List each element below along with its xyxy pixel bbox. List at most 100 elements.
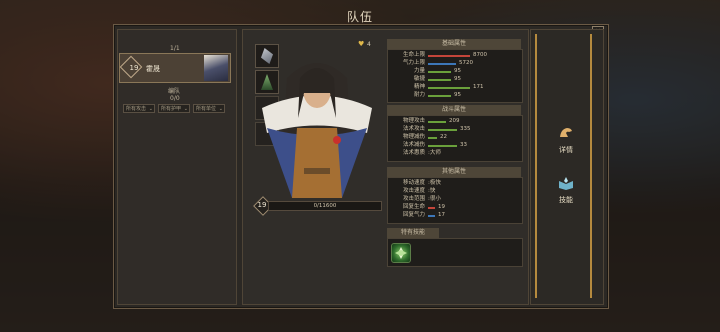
window-title: 队伍 xyxy=(346,10,373,24)
special-stats-box: 移动速度:极快 攻击速度:快 攻击范围:很小 回复生命 19 回复气力 17 xyxy=(387,177,523,224)
stat-row: 生命上限 8700 xyxy=(390,52,520,59)
stat-bar xyxy=(428,136,437,139)
filter-unit-dropdown[interactable]: 所有单位 ⌄ xyxy=(193,104,225,113)
stat-bar xyxy=(428,206,435,209)
stat-value: 171 xyxy=(473,84,484,90)
stat-row: 移动速度:极快 xyxy=(390,180,520,187)
stat-label: 回复生命 xyxy=(402,204,425,210)
stat-bar xyxy=(428,86,470,89)
details-label: 详情 xyxy=(559,146,573,154)
experience-text: 0/11600 xyxy=(313,203,337,209)
stat-row: 攻击速度:快 xyxy=(390,188,520,195)
formation-label: 编队 xyxy=(168,88,181,95)
stat-row: 回复气力 17 xyxy=(390,212,520,219)
stat-row: 耐力 95 xyxy=(390,92,520,99)
stat-value: 95 xyxy=(454,92,461,98)
stat-bar xyxy=(428,120,446,123)
stat-value: 5720 xyxy=(459,60,473,66)
stat-value: 17 xyxy=(438,212,445,218)
stat-label: 攻击速度 xyxy=(402,188,425,194)
stat-value: 22 xyxy=(440,134,447,140)
stat-label: 力量 xyxy=(413,68,425,74)
stat-bar xyxy=(428,70,451,73)
stat-label: 物理攻击 xyxy=(402,118,425,124)
hero-card-name: 霍晟 xyxy=(146,65,160,73)
skill-green-icon xyxy=(395,247,407,259)
formation-count: 0/0 xyxy=(170,95,180,102)
divider-line-left xyxy=(535,34,537,298)
favor-value: 4 xyxy=(367,41,371,48)
stat-value: :很小 xyxy=(428,196,441,202)
stat-row: 物理减伤 22 xyxy=(390,134,520,141)
divider-line-right xyxy=(590,34,592,298)
combat-stats-header: 战斗属性 xyxy=(387,105,521,115)
hero-card-level: 19 xyxy=(129,64,139,72)
basic-stats-header: 基础属性 xyxy=(387,39,521,49)
stat-label: 回复气力 xyxy=(402,212,425,218)
stat-value: 19 xyxy=(438,204,445,210)
stat-row: 法术惠质:大师 xyxy=(390,150,520,157)
stat-bar xyxy=(428,94,451,97)
stat-label: 法术减伤 xyxy=(402,142,425,148)
hero-portrait xyxy=(262,63,372,198)
stat-label: 生命上限 xyxy=(402,52,425,58)
stat-row: 物理攻击 209 xyxy=(390,118,520,125)
stat-bar xyxy=(428,62,456,65)
details-button[interactable]: 详情 xyxy=(550,125,582,163)
skill-slot-1[interactable] xyxy=(391,243,411,263)
heart-icon: ♥ xyxy=(358,40,365,48)
stat-value: 335 xyxy=(460,126,471,132)
stat-label: 耐力 xyxy=(413,92,425,98)
chevron-down-icon: ⌄ xyxy=(183,106,188,112)
stat-row: 回复生命 19 xyxy=(390,204,520,211)
special-stats-header: 其他属性 xyxy=(387,167,521,177)
stat-label: 法术攻击 xyxy=(402,126,425,132)
filter-unit-label: 所有单位 xyxy=(196,106,217,112)
experience-bar: 0/11600 xyxy=(268,201,382,211)
side-menu-panel xyxy=(530,29,604,305)
filter-attack-dropdown[interactable]: 所有攻击 ⌄ xyxy=(123,104,155,113)
stat-label: 法术惠质 xyxy=(402,150,425,156)
stat-value: :快 xyxy=(428,188,436,194)
stat-label: 物理减伤 xyxy=(402,134,425,140)
hero-level: 19 xyxy=(257,201,267,209)
stat-bar xyxy=(428,144,457,147)
combat-stats-box: 物理攻击 209 法术攻击 335 物理减伤 22 法术减伤 33 法术惠质:大师 xyxy=(387,115,523,162)
stat-value: 95 xyxy=(454,76,461,82)
hero-card[interactable]: 19 霍晟 xyxy=(119,53,231,83)
filter-attack-label: 所有攻击 xyxy=(126,106,147,112)
stat-bar xyxy=(428,128,457,131)
filter-armor-label: 所有护甲 xyxy=(161,106,182,112)
arm-icon xyxy=(560,128,572,137)
stat-value: :大师 xyxy=(428,150,441,156)
stat-row: 敏捷 95 xyxy=(390,76,520,83)
stat-label: 攻击范围 xyxy=(402,196,425,202)
chevron-down-icon: ⌄ xyxy=(148,106,153,112)
stat-row: 气力上限 5720 xyxy=(390,60,520,67)
hero-count: 1/1 xyxy=(170,45,180,52)
stat-bar xyxy=(428,214,435,217)
stat-label: 气力上限 xyxy=(402,60,425,66)
skills-header: 特有技能 xyxy=(387,228,439,238)
stat-value: 33 xyxy=(460,142,467,148)
stat-row: 力量 95 xyxy=(390,68,520,75)
stat-row: 法术减伤 33 xyxy=(390,142,520,149)
skills-label: 技能 xyxy=(559,196,573,204)
stat-value: :极快 xyxy=(428,180,441,186)
stat-value: 8700 xyxy=(473,52,487,58)
book-icon xyxy=(559,177,573,190)
basic-stats-box: 生命上限 8700 气力上限 5720 力量 95 敏捷 95 精神 171 耐力 95 xyxy=(387,49,523,103)
stat-row: 攻击范围:很小 xyxy=(390,196,520,203)
stat-row: 精神 171 xyxy=(390,84,520,91)
chevron-down-icon: ⌄ xyxy=(218,106,223,112)
stat-label: 精神 xyxy=(413,84,425,90)
stat-value: 209 xyxy=(449,118,460,124)
skills-button[interactable]: 技能 xyxy=(550,175,582,213)
stat-bar xyxy=(428,54,470,57)
hero-portrait-thumbnail xyxy=(204,55,228,81)
stat-value: 95 xyxy=(454,68,461,74)
stat-bar xyxy=(428,78,451,81)
filter-armor-dropdown[interactable]: 所有护甲 ⌄ xyxy=(158,104,190,113)
stat-row: 法术攻击 335 xyxy=(390,126,520,133)
stat-label: 敏捷 xyxy=(413,76,425,82)
